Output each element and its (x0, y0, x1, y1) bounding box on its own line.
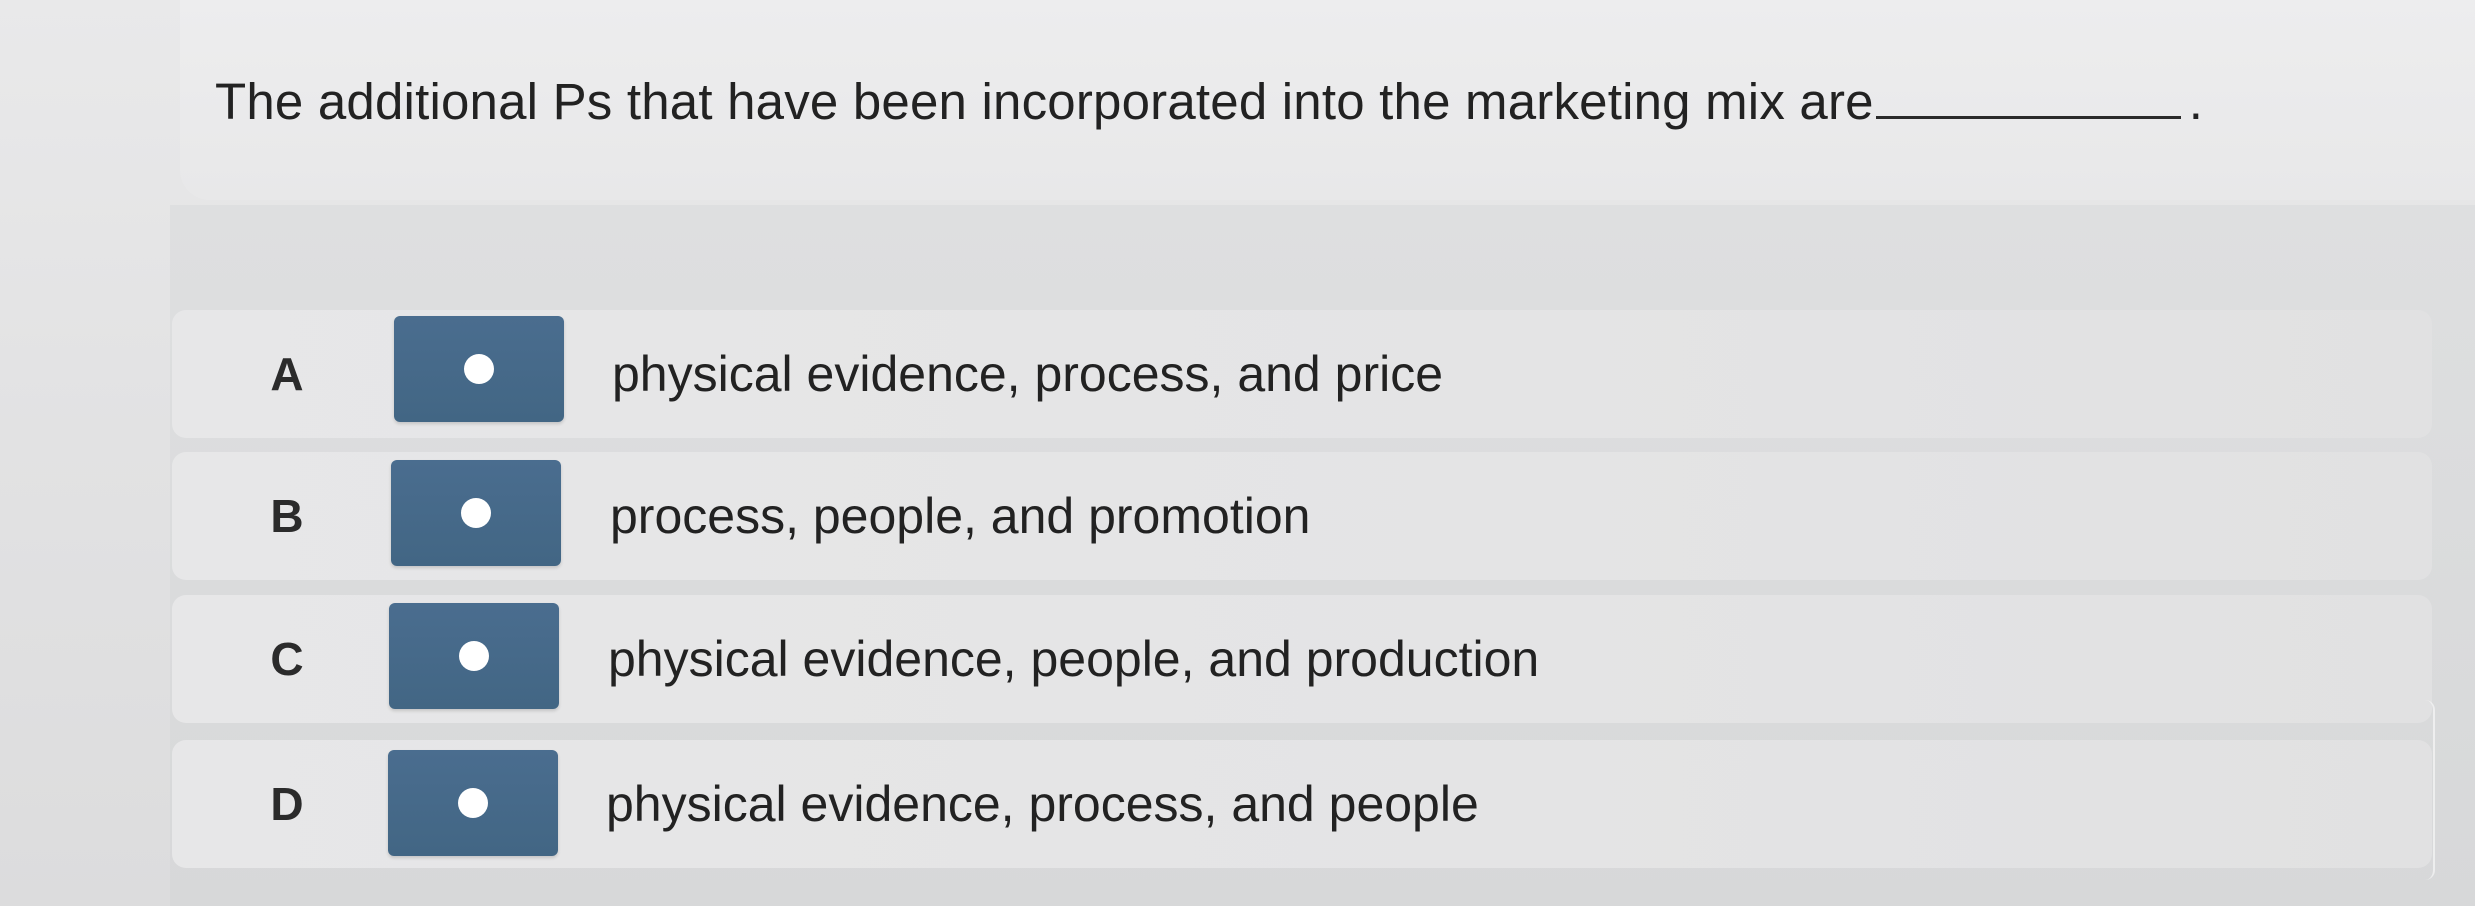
choice-letter: B (270, 490, 304, 542)
radio-dot-icon (458, 788, 488, 818)
choice-letter: D (270, 778, 304, 830)
radio-button-b[interactable] (391, 460, 561, 566)
radio-button-d[interactable] (388, 750, 558, 856)
choice-text: physical evidence, people, and productio… (608, 631, 1540, 687)
choice-row-c[interactable]: C physical evidence, people, and product… (172, 595, 2432, 723)
radio-dot-icon (459, 641, 489, 671)
choice-letter: A (270, 348, 304, 400)
radio-dot-icon (461, 498, 491, 528)
screen-edge-decoration (2425, 700, 2435, 880)
question-period: . (2188, 73, 2204, 130)
choice-row-d[interactable]: D physical evidence, process, and people (172, 740, 2432, 868)
question-prompt: The additional Ps that have been incorpo… (215, 72, 2203, 131)
choice-letter: C (270, 633, 304, 685)
radio-button-a[interactable] (394, 316, 564, 422)
choice-row-b[interactable]: B process, people, and promotion (172, 452, 2432, 580)
choice-text: process, people, and promotion (610, 488, 1311, 544)
answer-blank (1875, 76, 2181, 119)
radio-button-c[interactable] (389, 603, 559, 709)
choice-text: physical evidence, process, and price (612, 346, 1444, 402)
choice-row-a[interactable]: A physical evidence, process, and price (172, 310, 2432, 438)
choice-text: physical evidence, process, and people (606, 776, 1479, 832)
question-text: The additional Ps that have been incorpo… (215, 73, 1874, 130)
radio-dot-icon (464, 354, 494, 384)
